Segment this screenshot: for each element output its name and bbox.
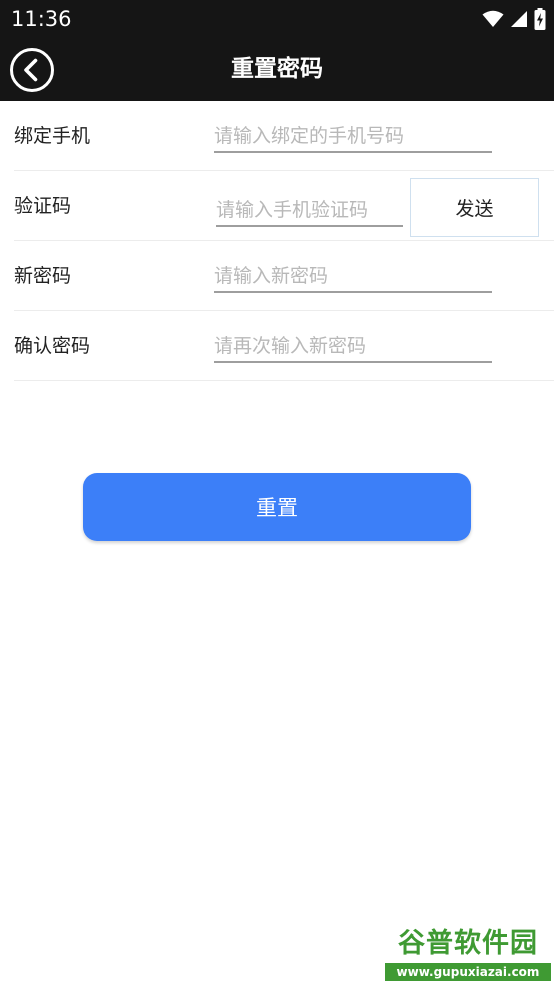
verification-code-label: 验证码: [14, 195, 72, 217]
status-icons: [482, 8, 546, 30]
form-row-new-password: 新密码: [14, 241, 554, 311]
new-password-input[interactable]: [214, 261, 492, 293]
reset-button[interactable]: 重置: [83, 473, 471, 541]
bound-phone-input[interactable]: [214, 121, 492, 153]
form-row-bound-phone: 绑定手机: [14, 101, 554, 171]
cell-signal-icon: [510, 10, 528, 28]
watermark: 谷普软件园 www.gupuxiazai.com: [385, 925, 551, 982]
status-bar: 11:36: [0, 0, 554, 38]
battery-charging-icon: [534, 8, 546, 30]
confirm-password-label: 确认密码: [14, 335, 91, 357]
watermark-logo: 谷普软件园: [398, 928, 538, 959]
reset-password-form: 绑定手机 验证码 发送 新密码 确认密码: [0, 101, 554, 381]
wifi-icon: [482, 10, 504, 28]
new-password-label: 新密码: [14, 265, 72, 287]
form-row-verification-code: 验证码 发送: [14, 171, 554, 241]
bound-phone-label: 绑定手机: [14, 125, 91, 147]
confirm-password-input[interactable]: [214, 331, 492, 363]
form-row-confirm-password: 确认密码: [14, 311, 554, 381]
send-code-button[interactable]: 发送: [410, 178, 539, 237]
verification-code-input[interactable]: [216, 195, 403, 227]
reset-password-screen: 11:36 重置密码 绑定手机 请输入绑定的手机号码 验证码 请输入手机验证码 …: [0, 0, 554, 984]
app-header: 重置密码: [0, 38, 554, 101]
status-time: 11:36: [11, 7, 72, 31]
page-title: 重置密码: [231, 56, 323, 82]
watermark-url: www.gupuxiazai.com: [385, 963, 551, 981]
